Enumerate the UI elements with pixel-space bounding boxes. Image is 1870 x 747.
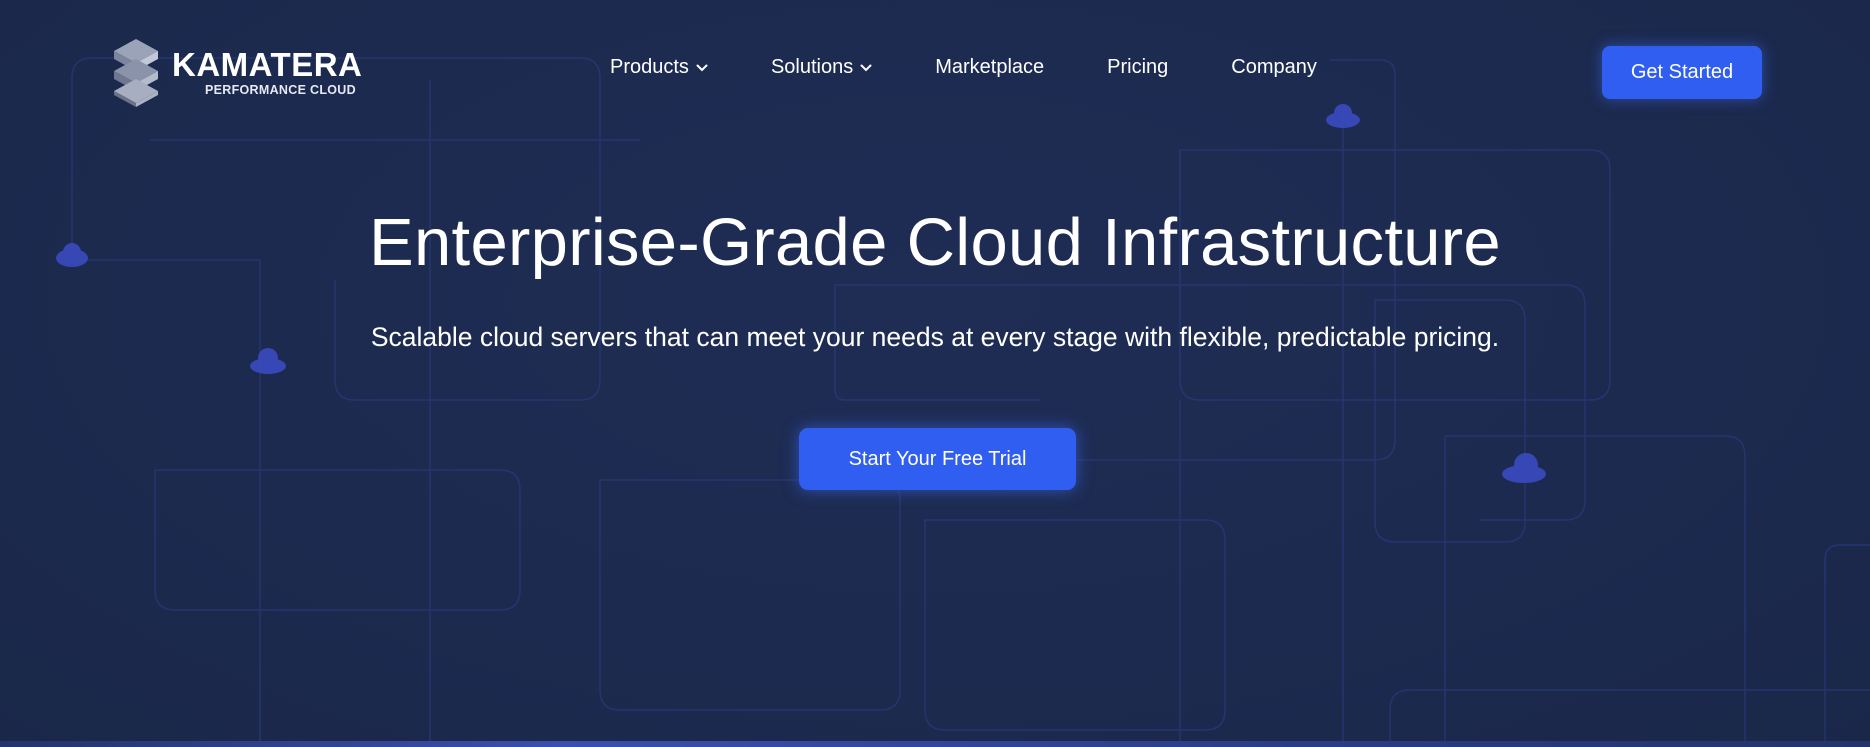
nav-item-label: Marketplace [935, 56, 1045, 78]
site-header: KAMATERA PERFORMANCE CLOUD Products Solu… [0, 0, 1870, 140]
nav-item-pricing[interactable]: Pricing [1107, 56, 1168, 79]
nav-item-label: Pricing [1107, 56, 1169, 78]
nav-item-company[interactable]: Company [1231, 56, 1317, 79]
chevron-down-icon [860, 64, 872, 71]
nav-item-label: Solutions [770, 56, 854, 78]
chevron-down-icon [696, 64, 708, 71]
brand-tagline: PERFORMANCE CLOUD [205, 82, 356, 97]
nav-item-products[interactable]: Products [610, 56, 708, 79]
bottom-accent-bar [0, 741, 1870, 747]
hero-section: KAMATERA PERFORMANCE CLOUD Products Solu… [0, 0, 1870, 747]
stacked-cube-logo-icon [114, 39, 158, 107]
nav-item-solutions[interactable]: Solutions [771, 56, 872, 79]
nav-item-label: Company [1231, 56, 1317, 78]
start-free-trial-button[interactable]: Start Your Free Trial [799, 428, 1076, 490]
hero-subtitle: Scalable cloud servers that can meet you… [370, 322, 1500, 352]
hero-title: Enterprise-Grade Cloud Infrastructure [369, 205, 1501, 280]
brand-name: KAMATERA [172, 45, 363, 83]
main-nav: Products Solutions Marketplace Pricing C… [610, 56, 1380, 79]
brand-logo[interactable]: KAMATERA PERFORMANCE CLOUD [112, 36, 362, 108]
nav-item-label: Products [610, 56, 689, 78]
nav-item-marketplace[interactable]: Marketplace [935, 56, 1044, 79]
cloud-icon [1502, 453, 1546, 483]
get-started-button[interactable]: Get Started [1602, 46, 1762, 99]
